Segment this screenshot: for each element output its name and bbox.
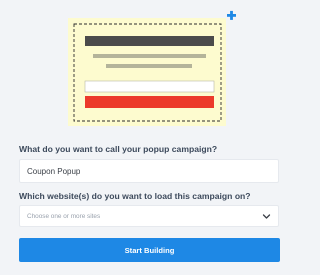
popup-illustration [0,0,300,140]
popup-button-bar [85,96,214,108]
popup-text-line-2 [106,64,192,68]
campaign-name-label: What do you want to call your popup camp… [19,144,218,154]
popup-heading-bar [85,36,214,46]
start-building-button[interactable]: Start Building [19,238,280,262]
website-select[interactable]: Choose one or more sites [19,205,279,227]
popup-input-box [84,80,215,93]
website-select-placeholder: Choose one or more sites [27,212,101,220]
popup-text-line-1 [93,54,206,58]
popup-card [68,18,226,126]
chevron-down-icon [262,212,271,221]
website-select-label: Which website(s) do you want to load thi… [19,191,251,201]
plus-icon [227,10,236,20]
campaign-name-input[interactable] [19,159,279,183]
